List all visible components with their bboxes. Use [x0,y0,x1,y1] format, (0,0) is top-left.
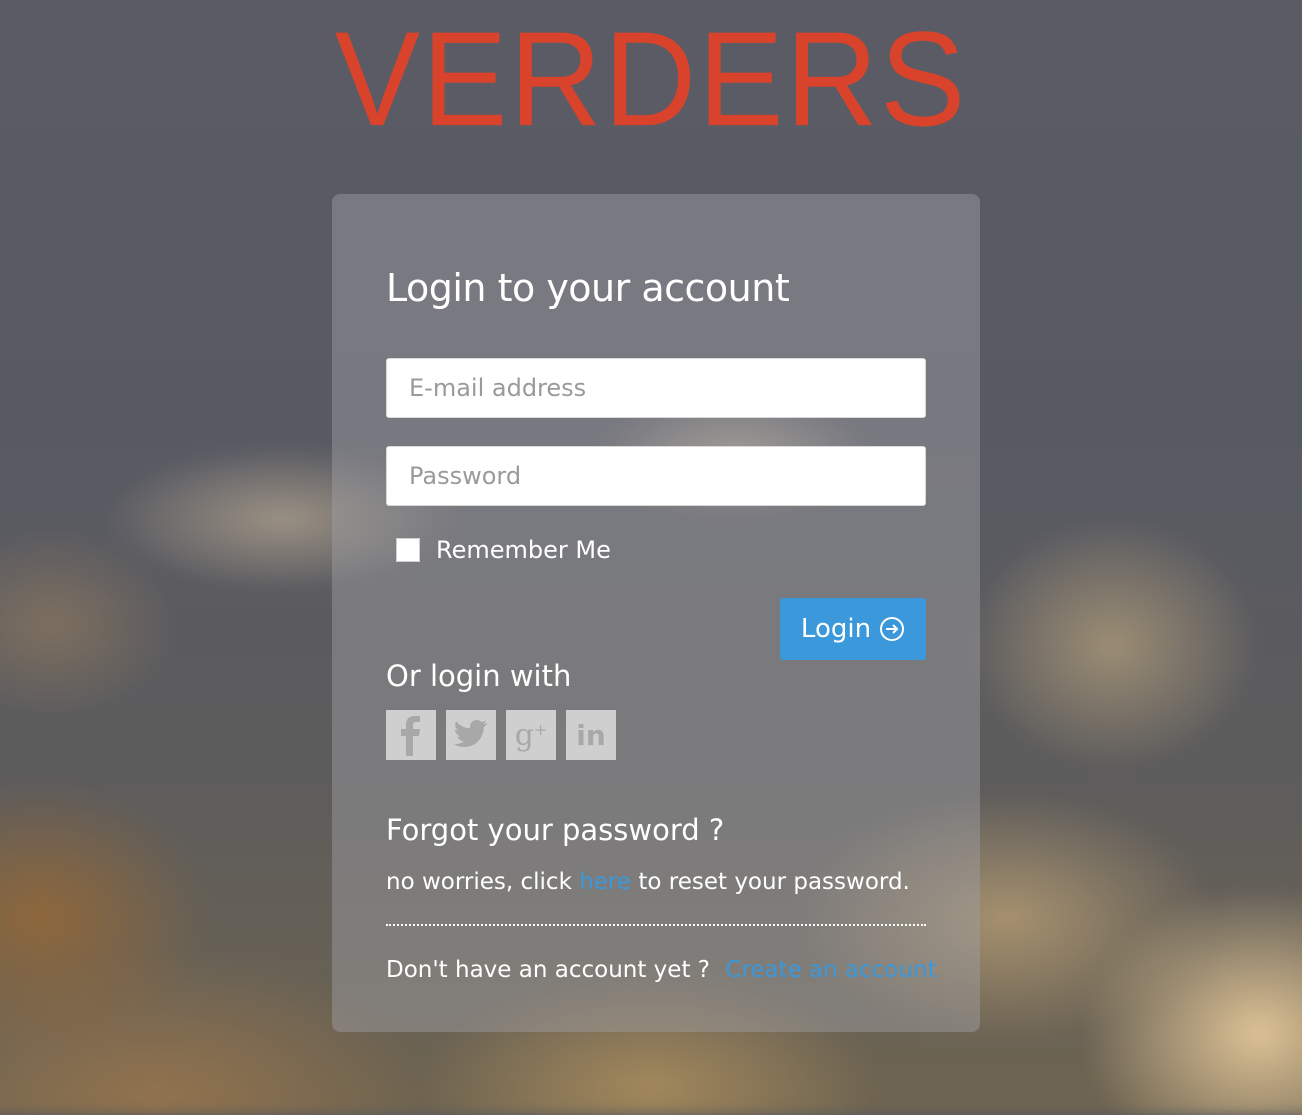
facebook-icon [386,708,436,762]
reset-password-link[interactable]: here [579,869,631,895]
linkedin-login-button[interactable]: in [566,710,616,760]
remember-me-control[interactable]: Remember Me [396,536,611,564]
google-plus-login-button[interactable]: g+ [506,710,556,760]
social-login-heading: Or login with [386,659,572,693]
forgot-password-heading: Forgot your password ? [386,813,725,847]
twitter-login-button[interactable] [446,710,496,760]
create-account-link[interactable]: Create an account [725,957,936,983]
reset-text-after: to reset your password. [638,869,910,895]
password-input[interactable] [386,446,926,506]
google-plus-icon: g+ [514,717,548,753]
reset-text-before: no worries, click [386,869,572,895]
login-button-label: Login [800,614,872,644]
twitter-icon [453,719,488,751]
login-title: Login to your account [386,266,790,310]
facebook-login-button[interactable] [386,710,436,760]
brand-logo: VERDERS [334,4,968,155]
signup-prompt: Don't have an account yet ? Create an ac… [386,952,937,988]
email-input[interactable] [386,358,926,418]
reset-password-text: no worries, click here to reset your pas… [386,864,910,900]
login-button[interactable]: Login [780,598,926,660]
remember-me-label: Remember Me [436,536,611,564]
dotted-divider [386,924,926,926]
login-card: Login to your account Remember Me Login … [332,194,980,1032]
arrow-circle-right-icon [879,616,905,642]
linkedin-icon: in [576,718,606,752]
signup-text: Don't have an account yet ? [386,957,710,983]
social-login-buttons: g+ in [386,710,616,760]
remember-me-checkbox[interactable] [396,538,420,562]
